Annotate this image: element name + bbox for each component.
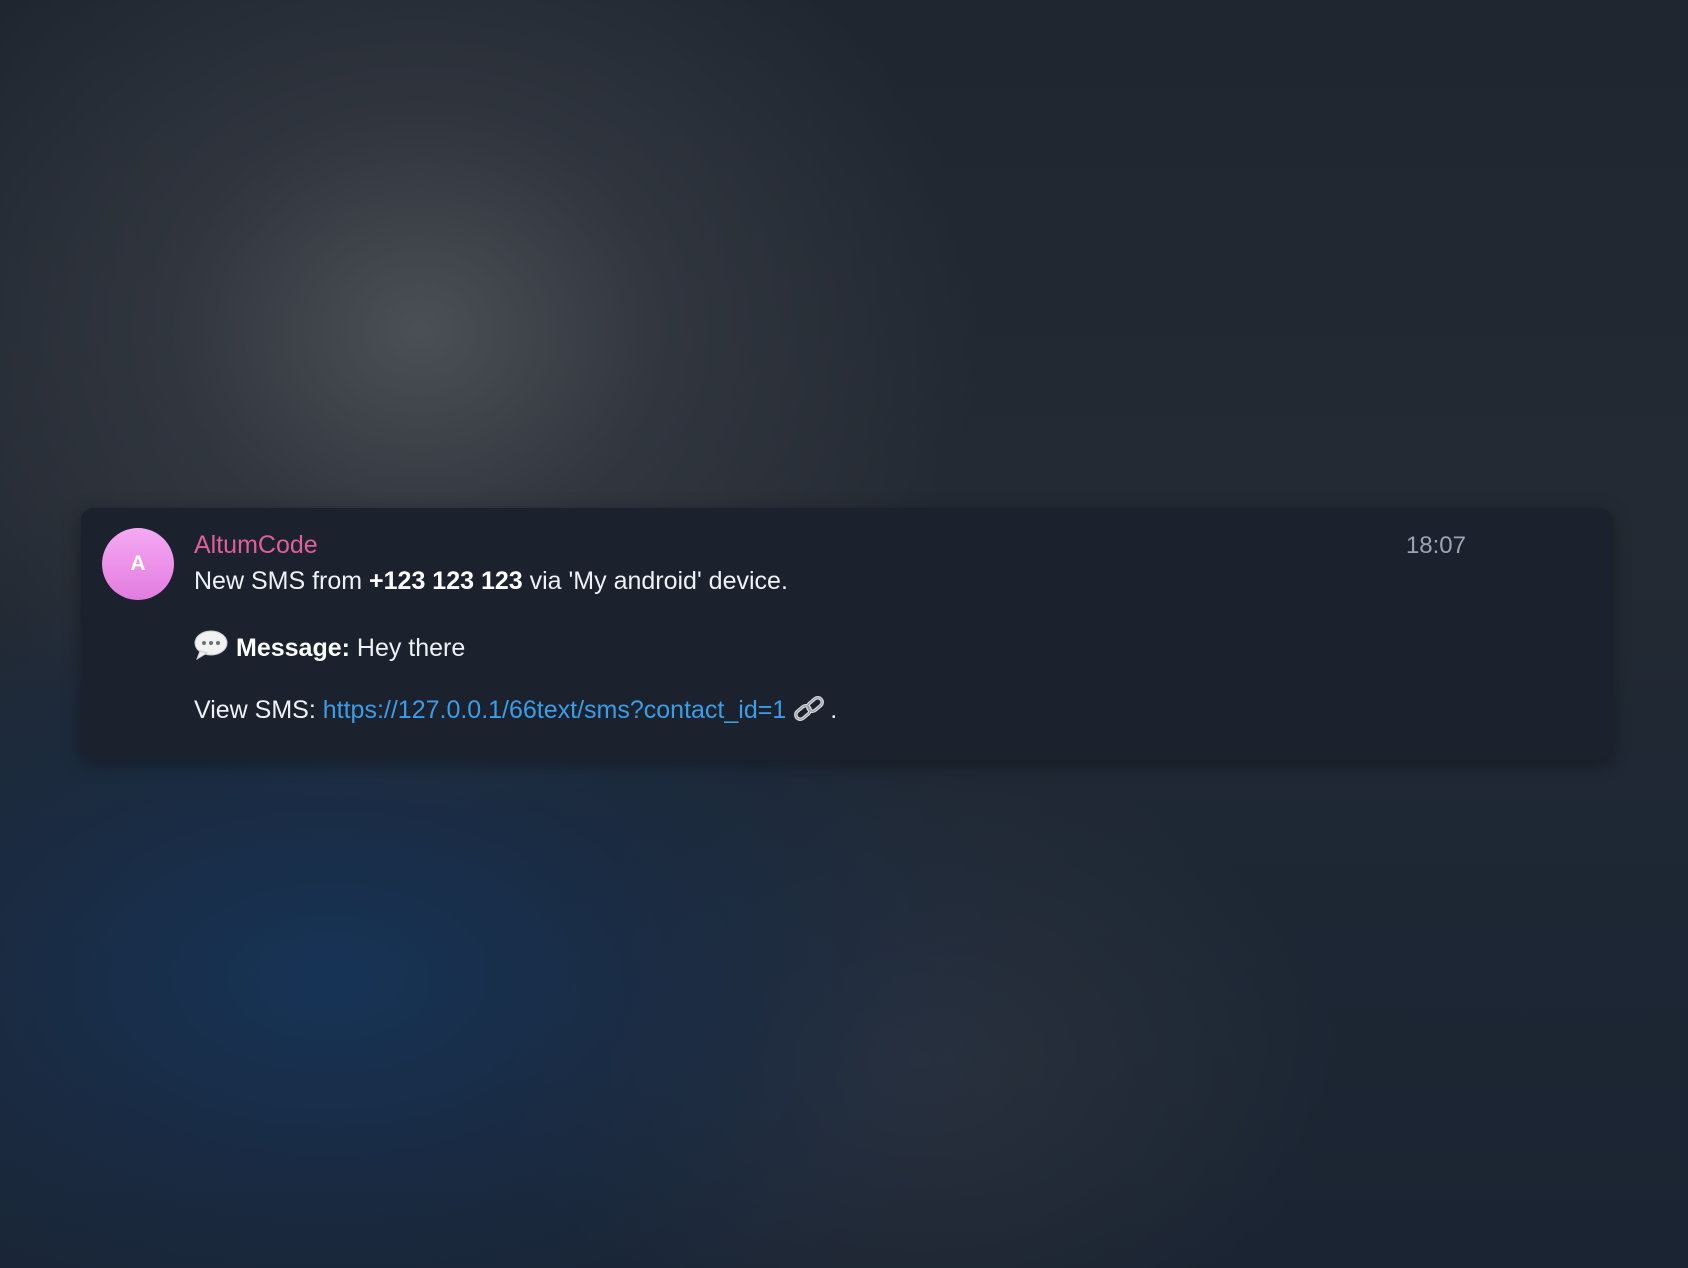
- avatar-letter: A: [130, 552, 146, 575]
- view-sms-label: View SMS:: [194, 696, 323, 724]
- speech-bubble-icon: [194, 630, 228, 667]
- message-line-content: Message: Hey there: [194, 630, 465, 667]
- avatar[interactable]: A: [102, 528, 174, 600]
- sms-notice-prefix: New SMS from: [194, 567, 370, 595]
- link-icon: [792, 694, 826, 731]
- view-sms-end: .: [830, 696, 838, 724]
- message-line-sms-notice: New SMS from +123 123 123 via 'My androi…: [194, 566, 788, 596]
- sms-notice-suffix: via 'My android' device.: [522, 567, 788, 595]
- message-label: Message:: [236, 634, 350, 662]
- notification-card[interactable]: A AltumCode 18:07 New SMS from +123 123 …: [81, 508, 1612, 760]
- view-sms-link[interactable]: https://127.0.0.1/66text/sms?contact_id=…: [323, 696, 787, 724]
- sender-name[interactable]: AltumCode: [194, 530, 318, 560]
- message-text: Hey there: [349, 634, 466, 662]
- phone-number: +123 123 123: [369, 567, 523, 595]
- message-line-view-sms: View SMS: https://127.0.0.1/66text/sms?c…: [194, 694, 837, 731]
- message-time: 18:07: [1405, 532, 1466, 559]
